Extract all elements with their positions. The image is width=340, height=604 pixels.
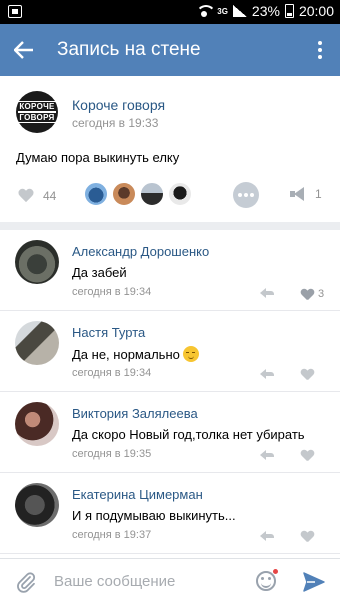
share-count: 1 <box>315 187 322 201</box>
network-type: 3G <box>217 6 228 16</box>
commenter-name[interactable]: Александр Дорошенко <box>72 244 209 259</box>
divider <box>0 222 340 230</box>
post-actions: 44 1 <box>0 178 340 214</box>
heart-icon <box>301 369 314 380</box>
heart-icon <box>18 189 34 203</box>
battery-icon <box>284 4 294 18</box>
group-avatar[interactable]: КОРОЧЕ ГОВОРЯ <box>16 91 58 133</box>
message-composer <box>0 558 340 604</box>
comment-timestamp: сегодня в 19:37 <box>72 529 152 541</box>
liker-avatar <box>139 181 165 207</box>
commenter-name[interactable]: Настя Турта <box>72 325 145 340</box>
arrow-back-icon <box>14 41 33 59</box>
paperclip-icon[interactable] <box>16 571 36 593</box>
sticker-button[interactable] <box>256 568 279 591</box>
comment-item: Екатерина Цимерман И я подумываю выкинут… <box>0 473 340 554</box>
post-like-count: 44 <box>43 189 57 203</box>
post-timestamp: сегодня в 19:33 <box>72 116 159 130</box>
comment-item: Настя Турта Да не, нормально сегодня в 1… <box>0 311 340 392</box>
dot-icon <box>318 41 322 45</box>
dot-icon <box>238 193 242 197</box>
comment-item: Виктория Залялеева Да скоро Новый год,то… <box>0 392 340 473</box>
notification-icon <box>8 5 22 18</box>
likers-avatars[interactable] <box>83 181 195 207</box>
commenter-avatar[interactable] <box>15 483 59 527</box>
liker-avatar <box>111 181 137 207</box>
group-name-link[interactable]: Короче говоря <box>72 97 165 113</box>
comment-like-count: 3 <box>318 288 325 300</box>
commenter-name[interactable]: Виктория Залялеева <box>72 406 198 421</box>
notification-dot <box>272 568 279 575</box>
commenter-avatar[interactable] <box>15 321 59 365</box>
dot-icon <box>318 48 322 52</box>
liker-avatar <box>167 181 193 207</box>
relieved-emoji-icon <box>182 346 199 362</box>
commenter-avatar[interactable] <box>15 402 59 446</box>
comment-text-row: Да не, нормально <box>72 346 199 362</box>
megaphone-icon <box>290 187 306 201</box>
message-input[interactable] <box>54 573 234 590</box>
reply-icon[interactable] <box>260 369 274 379</box>
comment-like-button[interactable]: 3 <box>301 288 324 300</box>
status-icons: 3G 23% 20:00 <box>196 3 334 19</box>
page-title: Запись на стене <box>57 39 201 60</box>
post-text: Думаю пора выкинуть елку <box>16 150 180 165</box>
comment-like-button[interactable] <box>301 531 314 542</box>
more-options-button[interactable] <box>310 36 330 64</box>
dot-icon <box>318 55 322 59</box>
comment-like-button[interactable] <box>301 450 314 461</box>
heart-icon <box>301 450 314 461</box>
comment-text: Да не, нормально <box>72 347 180 362</box>
heart-icon <box>301 289 314 300</box>
reply-icon[interactable] <box>260 450 274 460</box>
send-icon[interactable] <box>303 572 325 592</box>
group-logo-line1: КОРОЧЕ <box>18 101 56 112</box>
post-like-button[interactable]: 44 <box>18 189 56 203</box>
commenter-avatar[interactable] <box>15 240 59 284</box>
reply-icon[interactable] <box>260 288 274 298</box>
comment-text: Да забей <box>72 265 127 280</box>
clock: 20:00 <box>298 3 334 19</box>
app-bar: Запись на стене <box>0 24 340 76</box>
heart-icon <box>301 531 314 542</box>
comment-timestamp: сегодня в 19:34 <box>72 286 152 298</box>
wall-post: КОРОЧЕ ГОВОРЯ Короче говоря сегодня в 19… <box>0 76 340 222</box>
group-logo-line2: ГОВОРЯ <box>18 112 56 123</box>
wifi-icon <box>196 5 217 17</box>
dot-icon <box>250 193 254 197</box>
liker-avatar <box>83 181 109 207</box>
comment-like-button[interactable] <box>301 369 314 380</box>
reply-icon[interactable] <box>260 531 274 541</box>
comment-item: Александр Дорошенко Да забей сегодня в 1… <box>0 230 340 311</box>
comment-timestamp: сегодня в 19:34 <box>72 367 152 379</box>
more-likers-button[interactable] <box>233 182 259 208</box>
back-button[interactable] <box>10 36 38 64</box>
comment-timestamp: сегодня в 19:35 <box>72 448 152 460</box>
comment-text: И я подумываю выкинуть... <box>72 508 236 523</box>
comment-text: Да скоро Новый год,толка нет убирать <box>72 427 305 442</box>
battery-percent: 23% <box>251 3 280 19</box>
share-button[interactable]: 1 <box>290 187 322 201</box>
status-bar: 3G 23% 20:00 <box>0 0 340 24</box>
dot-icon <box>244 193 248 197</box>
commenter-name[interactable]: Екатерина Цимерман <box>72 487 203 502</box>
wall-post-view[interactable]: КОРОЧЕ ГОВОРЯ Короче говоря сегодня в 19… <box>0 76 340 558</box>
signal-icon <box>232 5 247 17</box>
